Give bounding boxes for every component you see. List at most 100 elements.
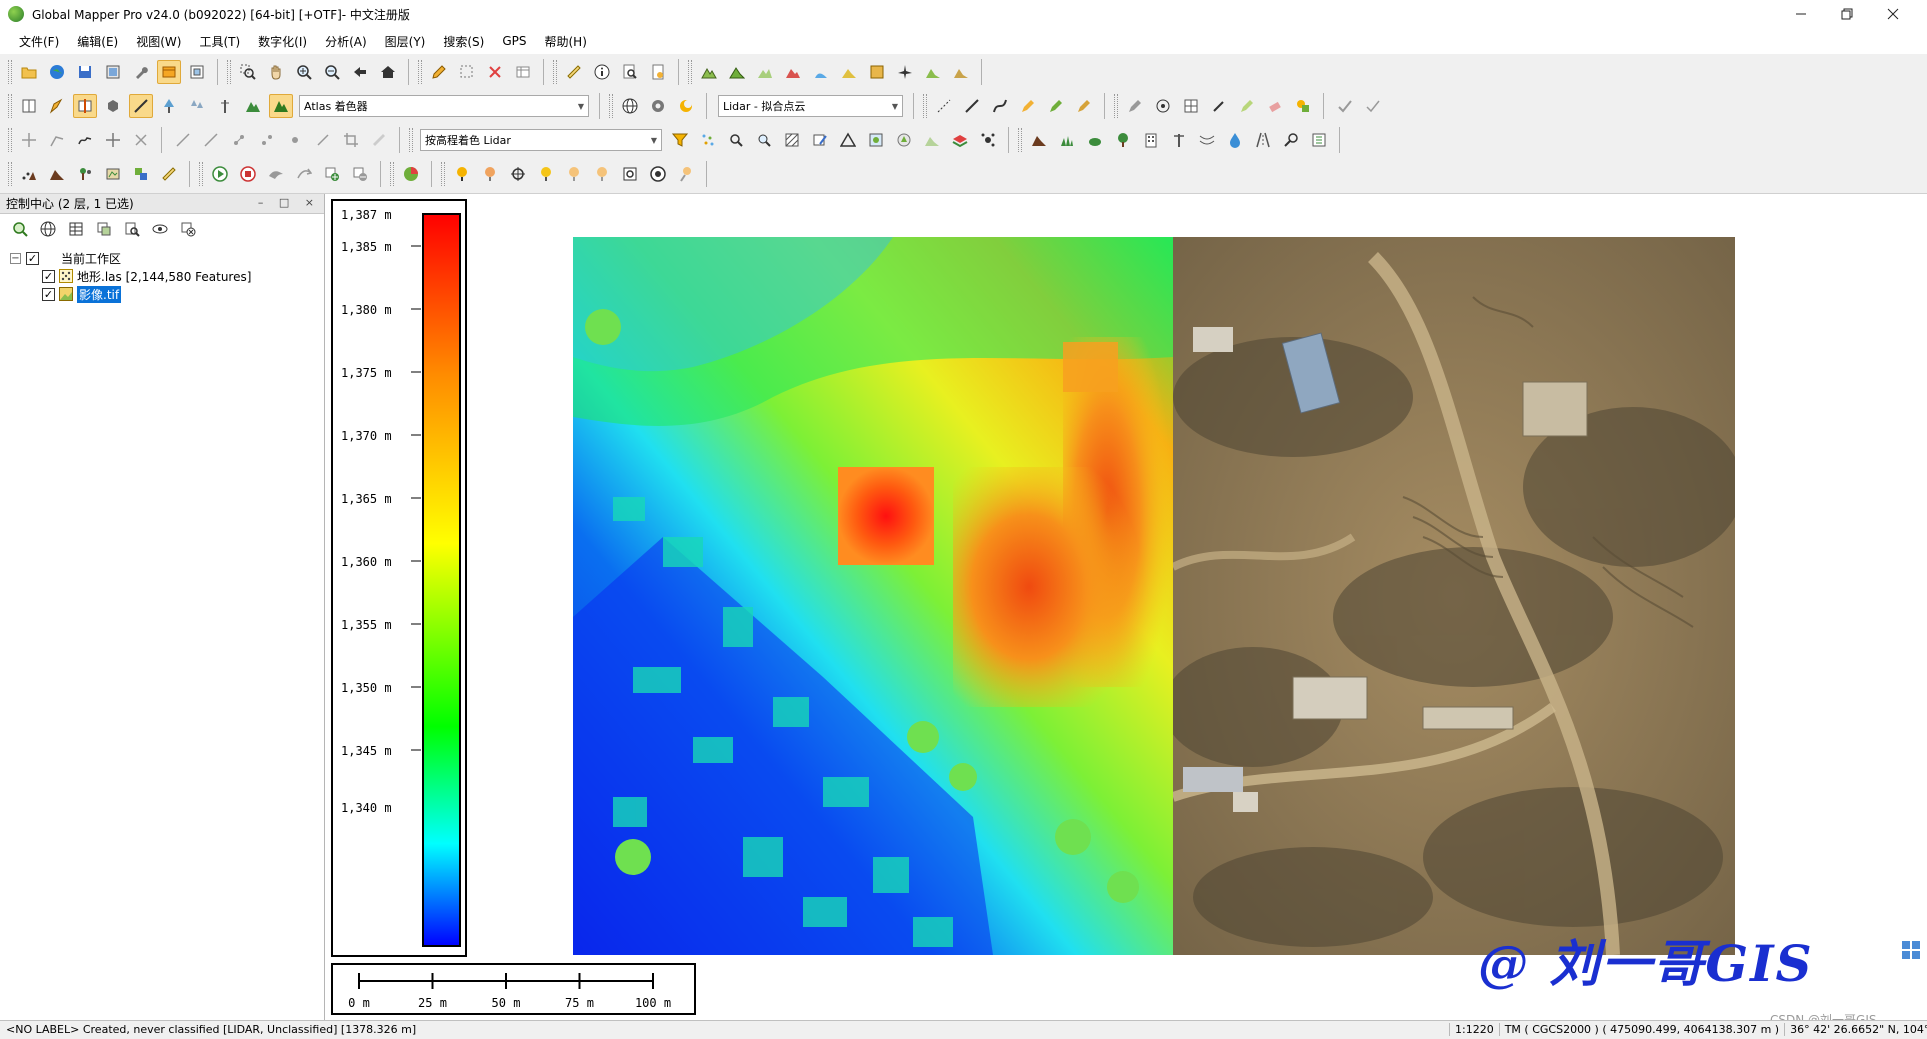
feature-extract-5-button[interactable] bbox=[1139, 128, 1163, 152]
full-view-button[interactable] bbox=[376, 60, 400, 84]
feature-extract-10-button[interactable] bbox=[1279, 128, 1303, 152]
gps-tool-7-button[interactable] bbox=[618, 162, 642, 186]
config-button[interactable] bbox=[129, 60, 153, 84]
toolbar-grip[interactable] bbox=[553, 60, 557, 84]
panel-window-buttons[interactable]: – □ × bbox=[258, 196, 320, 209]
tree-row-layer[interactable]: ✓ 地形.las [2,144,580 Features] bbox=[42, 267, 251, 285]
lidar-class-4-button[interactable] bbox=[948, 128, 972, 152]
feature-extract-3-button[interactable] bbox=[1083, 128, 1107, 152]
restore-button[interactable] bbox=[1824, 0, 1870, 28]
minimize-button[interactable] bbox=[1778, 0, 1824, 28]
online-data-button[interactable] bbox=[618, 94, 642, 118]
terrain-tool-3-button[interactable] bbox=[753, 60, 777, 84]
edit-tool-4-button[interactable] bbox=[1207, 94, 1231, 118]
lidar-class-5-button[interactable] bbox=[976, 128, 1000, 152]
overview-button[interactable] bbox=[185, 60, 209, 84]
feature-extract-8-button[interactable] bbox=[1223, 128, 1247, 152]
toolbar-grip[interactable] bbox=[409, 128, 413, 152]
projection-button[interactable] bbox=[36, 217, 60, 241]
path-profile-button[interactable] bbox=[646, 60, 670, 84]
vertex-tool-3-button[interactable] bbox=[283, 128, 307, 152]
toolbar-grip[interactable] bbox=[441, 162, 445, 186]
lidar-class-button[interactable] bbox=[864, 128, 888, 152]
terrain-analysis-3-button[interactable] bbox=[73, 162, 97, 186]
draw-tool-5-button[interactable] bbox=[1044, 94, 1068, 118]
shader-select[interactable]: Atlas 着色器 ▼ bbox=[299, 95, 589, 117]
feature-extract-1-button[interactable] bbox=[1027, 128, 1051, 152]
feature-extract-7-button[interactable] bbox=[1195, 128, 1219, 152]
menu-layer[interactable]: 图层(Y) bbox=[376, 33, 435, 50]
metadata-button[interactable] bbox=[120, 217, 144, 241]
lidar-class-3-button[interactable] bbox=[920, 128, 944, 152]
gps-tool-4-button[interactable] bbox=[534, 162, 558, 186]
edit-tool-1-button[interactable] bbox=[1123, 94, 1147, 118]
gps-tool-3-button[interactable] bbox=[506, 162, 530, 186]
check-button[interactable] bbox=[1333, 94, 1357, 118]
lidar-edit-button[interactable] bbox=[808, 128, 832, 152]
select-feature-button[interactable] bbox=[455, 60, 479, 84]
draw-tool-4-button[interactable] bbox=[1016, 94, 1040, 118]
toolbar-grip[interactable] bbox=[390, 162, 394, 186]
toolbar-grip[interactable] bbox=[8, 128, 12, 152]
toolbar-grip[interactable] bbox=[8, 94, 12, 118]
record-button[interactable] bbox=[236, 162, 260, 186]
lidar-tool-3-button[interactable] bbox=[213, 94, 237, 118]
remove-waypoint-button[interactable] bbox=[348, 162, 372, 186]
collapse-toggle[interactable]: − bbox=[10, 252, 21, 264]
crop-button[interactable] bbox=[339, 128, 363, 152]
menu-view[interactable]: 视图(W) bbox=[127, 33, 190, 50]
play-button[interactable] bbox=[208, 162, 232, 186]
ruler-tool-button[interactable] bbox=[367, 128, 391, 152]
edit-tool-6-button[interactable] bbox=[1263, 94, 1287, 118]
terrain-analysis-2-button[interactable] bbox=[45, 162, 69, 186]
join-line-button[interactable] bbox=[199, 128, 223, 152]
view-3d-button[interactable] bbox=[101, 94, 125, 118]
menu-analysis[interactable]: 分析(A) bbox=[316, 33, 376, 50]
terrain-analysis-5-button[interactable] bbox=[129, 162, 153, 186]
toolbar-grip[interactable] bbox=[199, 162, 203, 186]
check-edit-button[interactable] bbox=[1361, 94, 1385, 118]
zoom-box-button[interactable] bbox=[236, 60, 260, 84]
close-layer-button[interactable] bbox=[176, 217, 200, 241]
light-button[interactable] bbox=[674, 94, 698, 118]
edit-tool-2-button[interactable] bbox=[1151, 94, 1175, 118]
toolbar-grip[interactable] bbox=[227, 60, 231, 84]
search-button[interactable] bbox=[618, 60, 642, 84]
menu-edit[interactable]: 编辑(E) bbox=[68, 33, 127, 50]
lidar-triangle-button[interactable] bbox=[836, 128, 860, 152]
edit-tool-3-button[interactable] bbox=[1179, 94, 1203, 118]
smooth-button[interactable] bbox=[73, 128, 97, 152]
layer-checkbox[interactable]: ✓ bbox=[42, 269, 55, 283]
gps-tool-5-button[interactable] bbox=[562, 162, 586, 186]
terrain-analysis-4-button[interactable] bbox=[101, 162, 125, 186]
menu-help[interactable]: 帮助(H) bbox=[536, 33, 596, 50]
lidar-search-button[interactable] bbox=[724, 128, 748, 152]
feature-extract-2-button[interactable] bbox=[1055, 128, 1079, 152]
feature-extract-9-button[interactable] bbox=[1251, 128, 1275, 152]
toolbar-grip[interactable] bbox=[688, 60, 692, 84]
draw-tool-2-button[interactable] bbox=[960, 94, 984, 118]
feature-extract-4-button[interactable] bbox=[1111, 128, 1135, 152]
terrain-tool-2-button[interactable] bbox=[725, 60, 749, 84]
lidar-color-select[interactable]: 按高程着色 Lidar ▼ bbox=[420, 129, 662, 151]
info-button[interactable] bbox=[590, 60, 614, 84]
terrain-tool-9-button[interactable] bbox=[921, 60, 945, 84]
move-feature-button[interactable] bbox=[101, 128, 125, 152]
draw-tool-3-button[interactable] bbox=[988, 94, 1012, 118]
vertex-tool-1-button[interactable] bbox=[227, 128, 251, 152]
add-waypoint-button[interactable] bbox=[320, 162, 344, 186]
workspace-button[interactable] bbox=[101, 60, 125, 84]
fly-button[interactable] bbox=[264, 162, 288, 186]
zoom-to-layer-button[interactable] bbox=[8, 217, 32, 241]
toolbar-grip[interactable] bbox=[8, 60, 12, 84]
menu-gps[interactable]: GPS bbox=[493, 34, 535, 48]
digitize-line-button[interactable] bbox=[45, 94, 69, 118]
mini-toolbar[interactable] bbox=[1900, 939, 1922, 977]
terrain-tool-5-button[interactable] bbox=[809, 60, 833, 84]
gps-tool-1-button[interactable] bbox=[450, 162, 474, 186]
terrain-tool-8-button[interactable] bbox=[893, 60, 917, 84]
vertex-tool-4-button[interactable] bbox=[311, 128, 335, 152]
lidar-points-button[interactable] bbox=[696, 128, 720, 152]
digitizer-button[interactable] bbox=[427, 60, 451, 84]
move-vertex-button[interactable] bbox=[17, 128, 41, 152]
